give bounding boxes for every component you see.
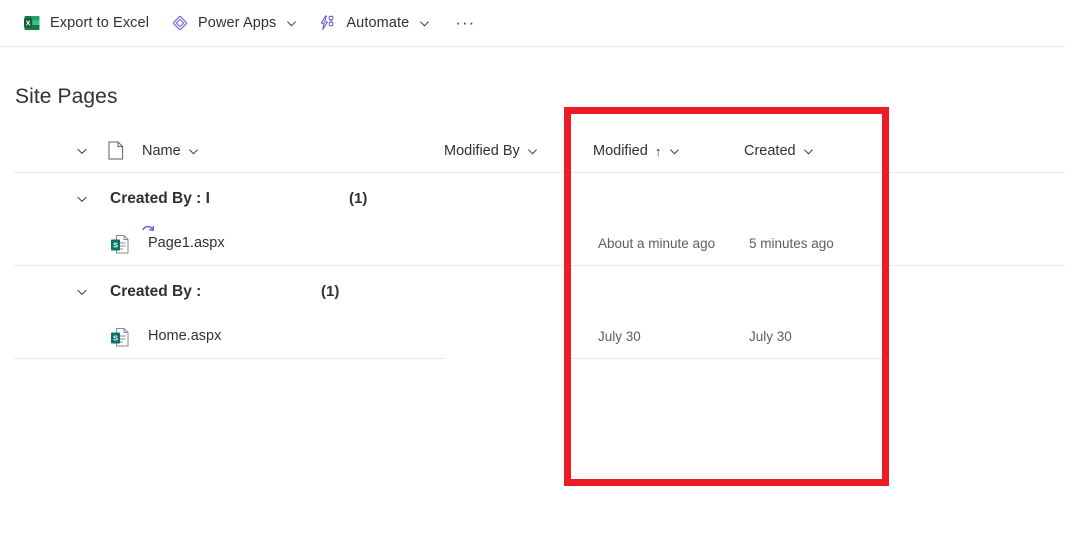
svg-text:S: S bbox=[113, 241, 118, 250]
automate-label: Automate bbox=[346, 15, 410, 31]
automate-button[interactable]: Automate bbox=[310, 5, 439, 41]
export-to-excel-label: Export to Excel bbox=[50, 15, 150, 31]
column-header-modified-by-label: Modified By bbox=[444, 143, 520, 159]
chevron-down-icon bbox=[668, 145, 680, 157]
list-item-row[interactable]: S Page1.aspx About a minute ago 5 minute… bbox=[0, 223, 1065, 265]
list-item-created: 5 minutes ago bbox=[749, 236, 834, 251]
group-item-count: (1) bbox=[349, 190, 368, 207]
group-collapse-chevron[interactable] bbox=[71, 270, 93, 314]
list-item-modified: July 30 bbox=[598, 329, 641, 344]
power-apps-button[interactable]: Power Apps bbox=[162, 5, 306, 41]
more-options-label: ··· bbox=[455, 13, 476, 32]
group-header-row: Created By : I (1) bbox=[0, 177, 1065, 221]
column-header-row: Name Modified By Modified ↑ Created bbox=[0, 130, 1065, 172]
chevron-down-icon bbox=[188, 145, 200, 157]
column-header-modified[interactable]: Modified ↑ bbox=[593, 130, 680, 172]
sort-ascending-icon: ↑ bbox=[654, 143, 662, 159]
power-apps-icon bbox=[171, 14, 189, 32]
more-options-button[interactable]: ··· bbox=[449, 5, 481, 41]
group-item-count: (1) bbox=[321, 283, 340, 300]
column-header-modified-by[interactable]: Modified By bbox=[444, 130, 539, 172]
column-header-created[interactable]: Created bbox=[744, 130, 815, 172]
group-title: Created By : I bbox=[110, 190, 210, 207]
column-header-created-label: Created bbox=[744, 143, 796, 159]
sharepoint-page-icon: S bbox=[110, 233, 130, 255]
excel-icon: X bbox=[23, 14, 41, 32]
chevron-down-icon bbox=[285, 17, 297, 29]
export-to-excel-button[interactable]: X Export to Excel bbox=[14, 5, 158, 41]
list-item-name[interactable]: Home.aspx bbox=[148, 328, 221, 344]
power-automate-icon bbox=[319, 14, 337, 32]
chevron-down-icon bbox=[803, 145, 815, 157]
column-header-name-label: Name bbox=[142, 143, 181, 159]
sharepoint-page-icon: S bbox=[110, 326, 130, 348]
chevron-down-icon bbox=[527, 145, 539, 157]
row-divider bbox=[568, 358, 888, 359]
column-header-name[interactable]: Name bbox=[142, 130, 200, 172]
list-item-modified: About a minute ago bbox=[598, 236, 716, 251]
select-all-chevron[interactable] bbox=[71, 130, 93, 172]
row-divider bbox=[14, 265, 1065, 266]
chevron-down-icon bbox=[418, 17, 430, 29]
svg-text:S: S bbox=[113, 334, 118, 343]
header-divider bbox=[14, 172, 1065, 173]
row-divider bbox=[14, 358, 445, 359]
list-item-name[interactable]: Page1.aspx bbox=[148, 235, 225, 251]
list-item-row[interactable]: S Home.aspx July 30 July 30 bbox=[0, 316, 1065, 358]
power-apps-label: Power Apps bbox=[198, 15, 277, 31]
group-collapse-chevron[interactable] bbox=[71, 177, 93, 221]
svg-text:X: X bbox=[26, 19, 31, 28]
group-header-row: Created By : (1) bbox=[0, 270, 1065, 314]
site-pages-list: Name Modified By Modified ↑ Created Crea… bbox=[0, 130, 1065, 359]
page-title: Site Pages bbox=[15, 85, 118, 108]
group-title: Created By : bbox=[110, 283, 202, 300]
column-header-modified-label: Modified bbox=[593, 143, 648, 159]
command-bar: X Export to Excel Power Apps Automate ··… bbox=[0, 0, 1065, 47]
document-type-icon bbox=[108, 141, 124, 160]
list-item-created: July 30 bbox=[749, 329, 792, 344]
